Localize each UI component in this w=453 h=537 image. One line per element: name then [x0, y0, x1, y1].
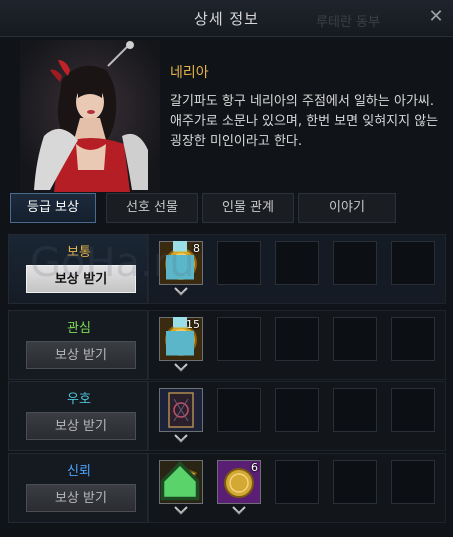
reward-row: 신뢰보상 받기 6 — [8, 453, 446, 523]
empty-item-slot — [217, 317, 261, 361]
character-description: 갈기파도 항구 네리아의 주점에서 일하는 아가씨. 애주가로 소문나 있으며,… — [170, 94, 439, 149]
empty-item-slot — [333, 241, 377, 285]
reward-tier-label: 신뢰 — [67, 464, 91, 479]
reward-tier-label: 우호 — [67, 392, 91, 407]
claim-reward-button[interactable]: 보상 받기 — [26, 412, 136, 440]
reward-row: 관심 보상 받기 15 — [8, 310, 446, 380]
character-portrait — [20, 40, 160, 192]
empty-item-slot — [333, 388, 377, 432]
item-count: 6 — [251, 461, 258, 474]
empty-item-slot — [391, 460, 435, 504]
chevron-down-icon — [173, 433, 189, 445]
empty-item-slot — [391, 317, 435, 361]
reward-items-panel: 6 — [148, 453, 446, 523]
empty-item-slot — [275, 388, 319, 432]
reward-tier-panel: 신뢰보상 받기 — [8, 453, 148, 523]
close-icon[interactable]: ✕ — [426, 6, 446, 28]
empty-item-slot — [275, 317, 319, 361]
reward-tier-label: 관심 — [67, 321, 91, 336]
chevron-down-icon — [173, 505, 189, 517]
reward-tier-panel: 우호보상 받기 — [8, 381, 148, 451]
claim-reward-button[interactable]: 보상 받기 — [26, 484, 136, 512]
potion-badge-icon — [159, 317, 201, 359]
empty-item-slot — [275, 460, 319, 504]
title-bar: 상세 정보 루테란 동부 ✕ — [0, 0, 453, 37]
reward-item-slot[interactable]: 15 — [159, 317, 203, 361]
tab-story[interactable]: 이야기 — [298, 193, 396, 223]
reward-item-slot[interactable] — [159, 388, 203, 432]
watermark-text: GoHa.ru — [30, 240, 195, 286]
reward-items-panel — [148, 381, 446, 451]
empty-item-slot — [275, 241, 319, 285]
claim-reward-button[interactable]: 보상 받기 — [26, 341, 136, 369]
window-title: 상세 정보 — [194, 10, 259, 28]
tab-preferred-gifts[interactable]: 선호 선물 — [106, 193, 198, 223]
empty-item-slot — [391, 241, 435, 285]
chevron-down-icon — [173, 362, 189, 374]
house-badge-icon — [159, 460, 201, 502]
empty-item-slot — [217, 388, 261, 432]
tab-relationships[interactable]: 인물 관계 — [202, 193, 294, 223]
chevron-down-icon — [173, 286, 189, 298]
card-icon — [160, 389, 202, 431]
background-title-text: 루테란 동부 — [316, 15, 380, 30]
character-name: 네리아 — [170, 65, 209, 81]
reward-item-slot[interactable] — [159, 460, 203, 504]
empty-item-slot — [333, 460, 377, 504]
reward-tier-panel: 관심보상 받기 — [8, 310, 148, 380]
tab-grade-reward[interactable]: 등급 보상 — [10, 193, 96, 223]
empty-item-slot — [217, 241, 261, 285]
reward-items-panel: 15 — [148, 310, 446, 380]
empty-item-slot — [333, 317, 377, 361]
detail-window: 상세 정보 루테란 동부 ✕ 네리아 갈기파도 항구 네리아의 주점에서 일하는… — [0, 0, 453, 537]
empty-item-slot — [391, 388, 435, 432]
chevron-down-icon — [231, 505, 247, 517]
reward-item-slot[interactable]: 6 — [217, 460, 261, 504]
reward-row: 우호보상 받기 — [8, 381, 446, 451]
